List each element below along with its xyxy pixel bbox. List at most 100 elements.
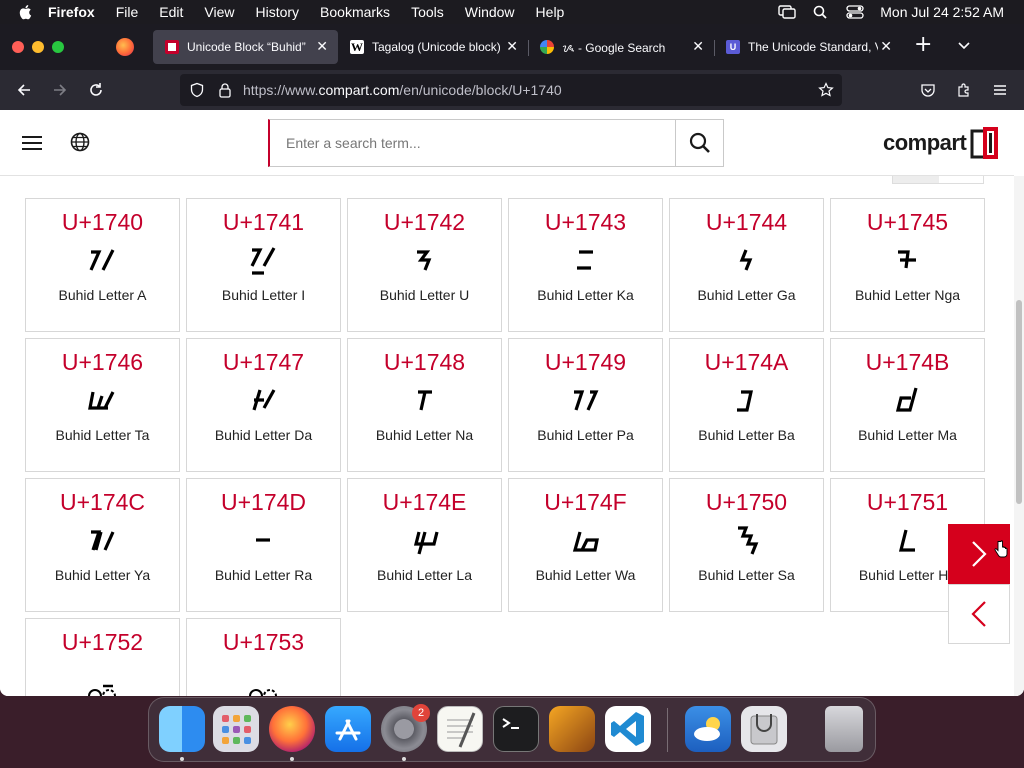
trash-icon[interactable]: [825, 706, 863, 752]
character-card-wa[interactable]: U+174F Buhid Letter Wa: [508, 478, 663, 612]
character-card-na[interactable]: U+1748 Buhid Letter Na: [347, 338, 502, 472]
launchpad-grid-icon: [222, 715, 251, 744]
menu-view[interactable]: View: [204, 4, 234, 20]
vscode-icon[interactable]: [605, 706, 651, 752]
spotlight-search-icon[interactable]: [812, 5, 830, 19]
character-card-ga[interactable]: U+1744 Buhid Letter Ga: [669, 198, 824, 332]
site-search-input[interactable]: [270, 120, 675, 166]
finder-icon[interactable]: [159, 706, 205, 752]
compart-logo[interactable]: compart: [883, 127, 1000, 159]
character-card-sa[interactable]: U+1750 Buhid Letter Sa: [669, 478, 824, 612]
tab-google-search[interactable]: ᝰ - Google Search ✕: [528, 30, 714, 64]
garageband-icon[interactable]: [549, 706, 595, 752]
character-card-vi[interactable]: U+1752: [25, 618, 180, 696]
address-bar[interactable]: https://www.compart.com/en/unicode/block…: [180, 74, 842, 106]
back-arrow-icon[interactable]: [14, 80, 34, 100]
tab-unicode-block-buhid[interactable]: Unicode Block “Buhid” ✕: [153, 30, 338, 64]
code-point: U+1743: [544, 209, 627, 235]
buhid-glyph-icon: [737, 526, 758, 555]
padlock-icon[interactable]: [217, 82, 233, 98]
close-window-button[interactable]: [12, 41, 24, 53]
textedit-icon[interactable]: [437, 706, 483, 752]
control-center-icon[interactable]: [846, 5, 864, 19]
menu-tools[interactable]: Tools: [411, 4, 444, 20]
character-card-u[interactable]: U+1742 Buhid Letter U: [347, 198, 502, 332]
menu-app-name[interactable]: Firefox: [48, 4, 95, 20]
character-card-a[interactable]: U+1740 Buhid Letter A: [25, 198, 180, 332]
buhid-glyph-icon: [413, 531, 439, 555]
firefox-dock-icon[interactable]: [269, 706, 315, 752]
apple-menu-icon[interactable]: [18, 4, 32, 20]
disk-utility-icon[interactable]: [741, 706, 787, 752]
site-menu-icon[interactable]: [22, 136, 42, 150]
close-tab-icon[interactable]: ✕: [506, 38, 518, 55]
glyph-preview: [187, 657, 340, 696]
code-point: U+1747: [222, 349, 305, 375]
previous-page-button[interactable]: [948, 584, 1010, 644]
url-path: /en/unicode/block/U+1740: [399, 82, 562, 98]
terminal-icon[interactable]: [493, 706, 539, 752]
site-header: compart: [0, 110, 1014, 176]
page-scrollbar[interactable]: [1014, 176, 1024, 696]
character-name: Buhid Letter Ga: [697, 287, 796, 303]
character-card-ra[interactable]: U+174D Buhid Letter Ra: [186, 478, 341, 612]
code-point: U+1742: [383, 209, 466, 235]
search-button[interactable]: [675, 120, 723, 166]
character-card-ya[interactable]: U+174C Buhid Letter Ya: [25, 478, 180, 612]
character-name: Buhid Letter I: [221, 287, 306, 303]
menu-help[interactable]: Help: [536, 4, 565, 20]
menu-window[interactable]: Window: [465, 4, 515, 20]
tab-unicode-standard[interactable]: U The Unicode Standard, V ✕: [714, 30, 902, 64]
pocket-icon[interactable]: [920, 82, 936, 98]
menu-file[interactable]: File: [116, 4, 139, 20]
weather-icon[interactable]: [685, 706, 731, 752]
notification-badge: 2: [412, 704, 430, 722]
character-card-da[interactable]: U+1747 Buhid Letter Da: [186, 338, 341, 472]
character-card-ka[interactable]: U+1743 Buhid Letter Ka: [508, 198, 663, 332]
menu-edit[interactable]: Edit: [159, 4, 183, 20]
url-prefix: https://www.: [243, 82, 319, 98]
code-point: U+1752: [61, 629, 144, 655]
character-card-la[interactable]: U+174E Buhid Letter La: [347, 478, 502, 612]
hamburger-menu-icon[interactable]: [992, 82, 1008, 98]
menu-history[interactable]: History: [255, 4, 299, 20]
google-favicon-icon: [540, 40, 554, 54]
tab-tagalog[interactable]: W Tagalog (Unicode block) ✕: [338, 30, 528, 64]
bookmark-star-icon[interactable]: [818, 82, 834, 98]
character-card-nga[interactable]: U+1745 Buhid Letter Nga: [830, 198, 985, 332]
url-text[interactable]: https://www.compart.com/en/unicode/block…: [243, 82, 562, 98]
new-tab-button[interactable]: +: [914, 34, 932, 56]
close-tab-icon[interactable]: ✕: [880, 38, 892, 55]
character-card-ma[interactable]: U+174B Buhid Letter Ma: [830, 338, 985, 472]
tracking-protection-shield-icon[interactable]: [189, 82, 205, 98]
close-tab-icon[interactable]: ✕: [316, 38, 328, 55]
code-point: U+1749: [544, 349, 627, 375]
reload-icon[interactable]: [86, 80, 106, 100]
scrollbar-thumb[interactable]: [1016, 300, 1022, 504]
minimize-window-button[interactable]: [32, 41, 44, 53]
launchpad-icon[interactable]: [213, 706, 259, 752]
forward-arrow-icon[interactable]: [50, 80, 70, 100]
close-tab-icon[interactable]: ✕: [692, 38, 704, 55]
menu-clock[interactable]: Mon Jul 24 2:52 AM: [880, 4, 1004, 20]
character-card-vu[interactable]: U+1753: [186, 618, 341, 696]
running-indicator: [290, 757, 294, 761]
menu-bookmarks[interactable]: Bookmarks: [320, 4, 390, 20]
screen-mirroring-icon[interactable]: [778, 5, 796, 19]
character-card-ba[interactable]: U+174A Buhid Letter Ba: [669, 338, 824, 472]
glyph-preview: [831, 237, 984, 283]
chevron-down-icon[interactable]: [956, 38, 972, 54]
app-store-icon[interactable]: [325, 706, 371, 752]
extensions-puzzle-icon[interactable]: [956, 82, 972, 98]
firefox-view-icon[interactable]: [116, 38, 134, 56]
zoom-window-button[interactable]: [52, 41, 64, 53]
buhid-glyph-icon: [897, 250, 916, 269]
character-card-ta[interactable]: U+1746 Buhid Letter Ta: [25, 338, 180, 472]
character-card-i[interactable]: U+1741 Buhid Letter I: [186, 198, 341, 332]
globe-language-icon[interactable]: [70, 132, 90, 152]
buhid-glyph-icon: [90, 530, 114, 551]
glyph-preview: [670, 517, 823, 563]
character-card-pa[interactable]: U+1749 Buhid Letter Pa: [508, 338, 663, 472]
nav-toolbar: https://www.compart.com/en/unicode/block…: [0, 70, 1024, 110]
code-point: U+1745: [866, 209, 949, 235]
